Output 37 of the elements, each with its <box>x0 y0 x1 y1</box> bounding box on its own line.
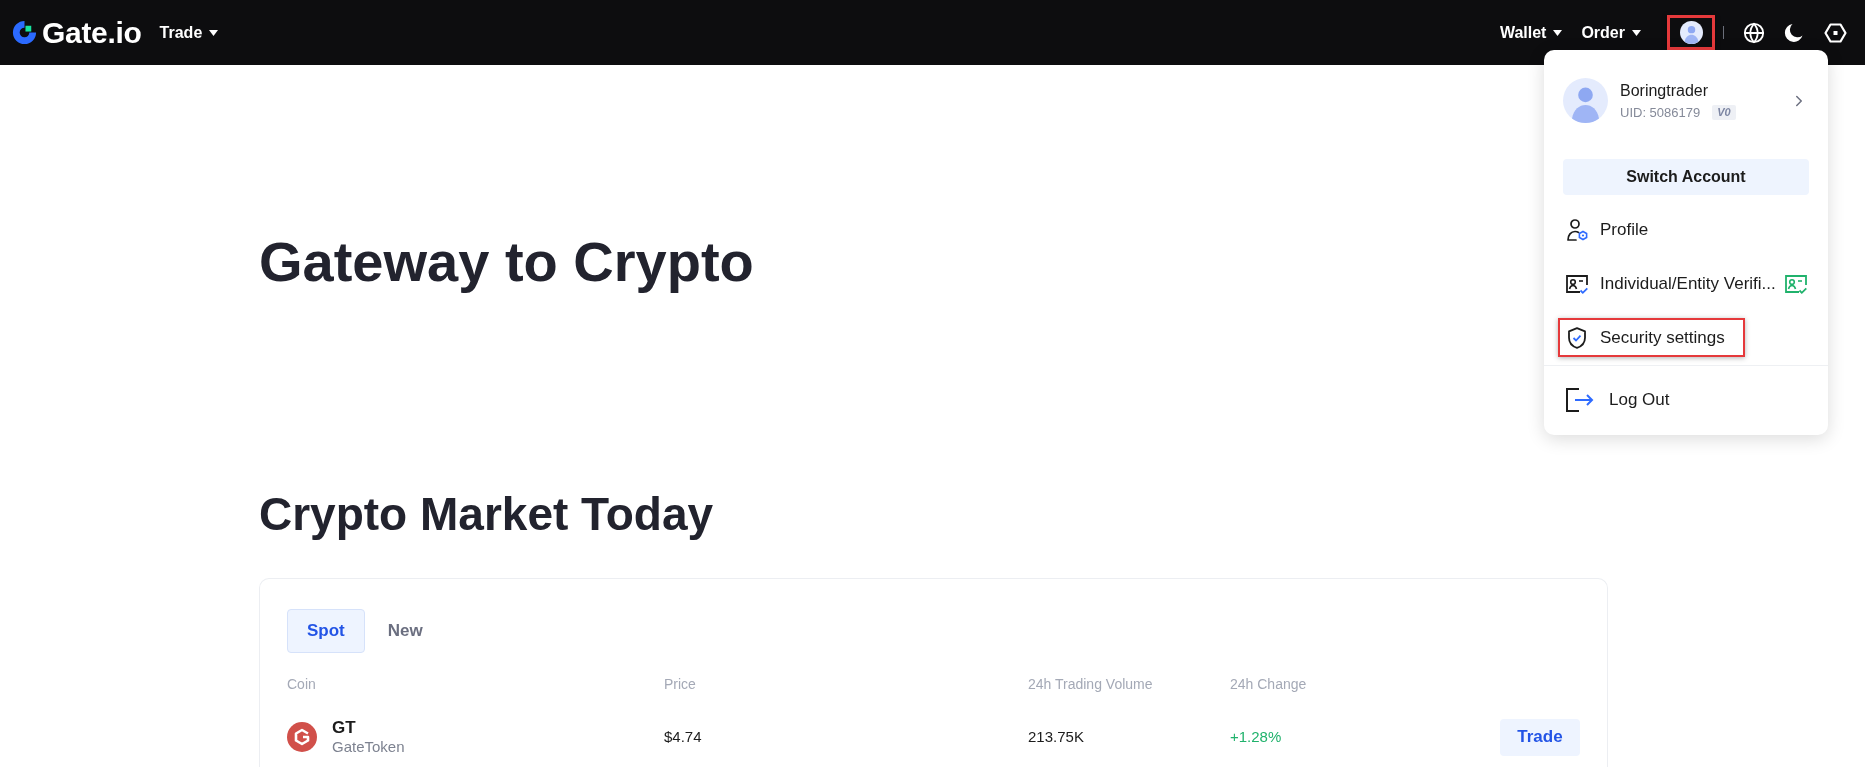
menu-item[interactable]: Individual/Entity Verifi... <box>1558 264 1828 303</box>
shield-check-icon <box>1565 325 1589 350</box>
price-text: $4.74 <box>664 727 702 747</box>
column-header: 24h Trading Volume <box>1028 675 1153 694</box>
column-header: Price <box>664 675 696 694</box>
logo-icon[interactable] <box>11 19 38 46</box>
moon-icon[interactable] <box>1784 22 1803 43</box>
hero-title: Gateway to Crypto <box>259 229 754 295</box>
market-tab[interactable]: Spot <box>287 609 365 653</box>
nav-link[interactable]: Trade <box>159 22 219 43</box>
avatar-icon <box>1679 21 1703 44</box>
id-card-icon <box>1565 272 1589 295</box>
column-header: 24h Change <box>1230 675 1307 694</box>
nav-link[interactable]: Wallet <box>1499 22 1563 43</box>
user-gear-icon <box>1565 217 1589 242</box>
column-header: Coin <box>287 675 316 694</box>
logout-icon <box>1565 387 1594 413</box>
hexagon-icon[interactable] <box>1824 22 1847 43</box>
menu-item[interactable]: Profile <box>1558 210 1669 249</box>
section-title: Crypto Market Today <box>259 487 714 542</box>
level-badge: V0 <box>1712 105 1736 120</box>
avatar-icon <box>1563 78 1608 123</box>
coin-icon <box>287 722 317 752</box>
coin-name: GateToken <box>332 738 405 756</box>
switch-account-button[interactable]: Switch Account <box>1563 159 1809 195</box>
logout-item[interactable]: Log Out <box>1565 380 1670 420</box>
trade-button[interactable]: Trade <box>1500 718 1580 756</box>
volume-text: 213.75K <box>1028 727 1084 747</box>
user-name: Boringtrader <box>1620 80 1709 101</box>
coin-symbol: GT <box>332 718 356 738</box>
market-tab[interactable]: New <box>367 609 443 653</box>
user-uid: UID: 5086179 <box>1620 104 1701 121</box>
logo-text[interactable]: Gate.io <box>42 15 142 50</box>
change-text: +1.28% <box>1230 727 1282 747</box>
globe-icon[interactable] <box>1743 21 1765 44</box>
menu-item[interactable]: Security settings <box>1558 318 1745 357</box>
nav-link[interactable]: Order <box>1581 22 1641 43</box>
